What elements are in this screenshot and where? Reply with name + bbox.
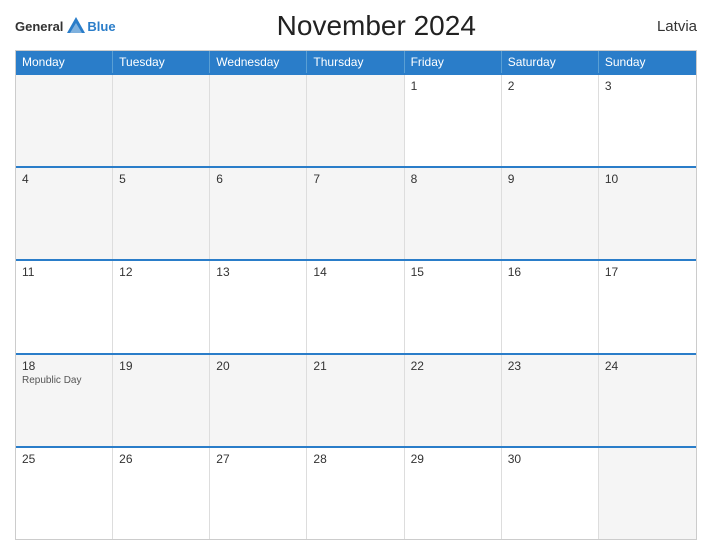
day-cell: 11 [16,261,113,352]
day-cell: 25 [16,448,113,539]
day-number: 25 [22,452,106,466]
header-wednesday: Wednesday [210,51,307,73]
calendar-page: General Blue November 2024 Latvia Monday… [0,0,712,550]
day-number: 7 [313,172,397,186]
day-number: 27 [216,452,300,466]
day-cell: 7 [307,168,404,259]
day-number: 6 [216,172,300,186]
logo-general-text: General [15,19,63,34]
day-number: 30 [508,452,592,466]
week-row: 123 [16,73,696,166]
header-thursday: Thursday [307,51,404,73]
week-row: 11 12 13 14 15 16 17 [16,259,696,352]
day-number: 1 [411,79,495,93]
day-number: 3 [605,79,690,93]
day-cell [16,75,113,166]
day-cell: 14 [307,261,404,352]
day-cell: 1 [405,75,502,166]
day-number: 15 [411,265,495,279]
day-number: 2 [508,79,592,93]
day-number: 21 [313,359,397,373]
day-number: 19 [119,359,203,373]
weeks-container: 123456789101112131415161718Republic Day1… [16,73,696,539]
day-cell: 29 [405,448,502,539]
week-row: 456789 10 [16,166,696,259]
day-cell [307,75,404,166]
day-cell: 30 [502,448,599,539]
header-monday: Monday [16,51,113,73]
day-cell: 22 [405,355,502,446]
header-tuesday: Tuesday [113,51,210,73]
day-number: 23 [508,359,592,373]
header-sunday: Sunday [599,51,696,73]
day-cell: 9 [502,168,599,259]
day-cell: 24 [599,355,696,446]
day-cell: 3 [599,75,696,166]
day-number: 18 [22,359,106,373]
day-cell: 8 [405,168,502,259]
header-friday: Friday [405,51,502,73]
day-cell: 28 [307,448,404,539]
day-cell: 27 [210,448,307,539]
week-row: 18 Republic Day 19 20 21 22 23 24 [16,353,696,446]
day-cell: 26 [113,448,210,539]
day-cell: 13 [210,261,307,352]
day-cell: 18 Republic Day [16,355,113,446]
day-cell: 20 [210,355,307,446]
day-cell: 15 [405,261,502,352]
day-cell [113,75,210,166]
day-cell [210,75,307,166]
calendar-title: November 2024 [116,10,637,42]
day-cell: 5 [113,168,210,259]
day-number: 9 [508,172,592,186]
day-cell [599,448,696,539]
day-number: 11 [22,265,106,279]
day-number: 22 [411,359,495,373]
day-number: 8 [411,172,495,186]
day-cell: 16 [502,261,599,352]
day-cell: 4 [16,168,113,259]
logo-icon [65,15,87,37]
header-saturday: Saturday [502,51,599,73]
day-number: 16 [508,265,592,279]
day-number: 5 [119,172,203,186]
header: General Blue November 2024 Latvia [15,10,697,42]
day-number: 14 [313,265,397,279]
day-cell: 10 [599,168,696,259]
country-label: Latvia [637,18,697,35]
day-cell: 2 [502,75,599,166]
day-number: 4 [22,172,106,186]
calendar-grid: Monday Tuesday Wednesday Thursday Friday… [15,50,697,540]
holiday-label: Republic Day [22,375,106,386]
week-row: 25 26 27 28 29 30 [16,446,696,539]
day-cell: 21 [307,355,404,446]
day-cell: 19 [113,355,210,446]
day-number: 29 [411,452,495,466]
day-number: 20 [216,359,300,373]
day-cell: 17 [599,261,696,352]
day-number: 13 [216,265,300,279]
day-number: 12 [119,265,203,279]
day-cell: 23 [502,355,599,446]
logo-blue-text: Blue [87,19,115,34]
day-cell: 12 [113,261,210,352]
day-number: 17 [605,265,690,279]
day-number: 24 [605,359,690,373]
day-cell: 6 [210,168,307,259]
day-headers-row: Monday Tuesday Wednesday Thursday Friday… [16,51,696,73]
logo: General Blue [15,15,116,37]
day-number: 28 [313,452,397,466]
day-number: 10 [605,172,690,186]
day-number: 26 [119,452,203,466]
